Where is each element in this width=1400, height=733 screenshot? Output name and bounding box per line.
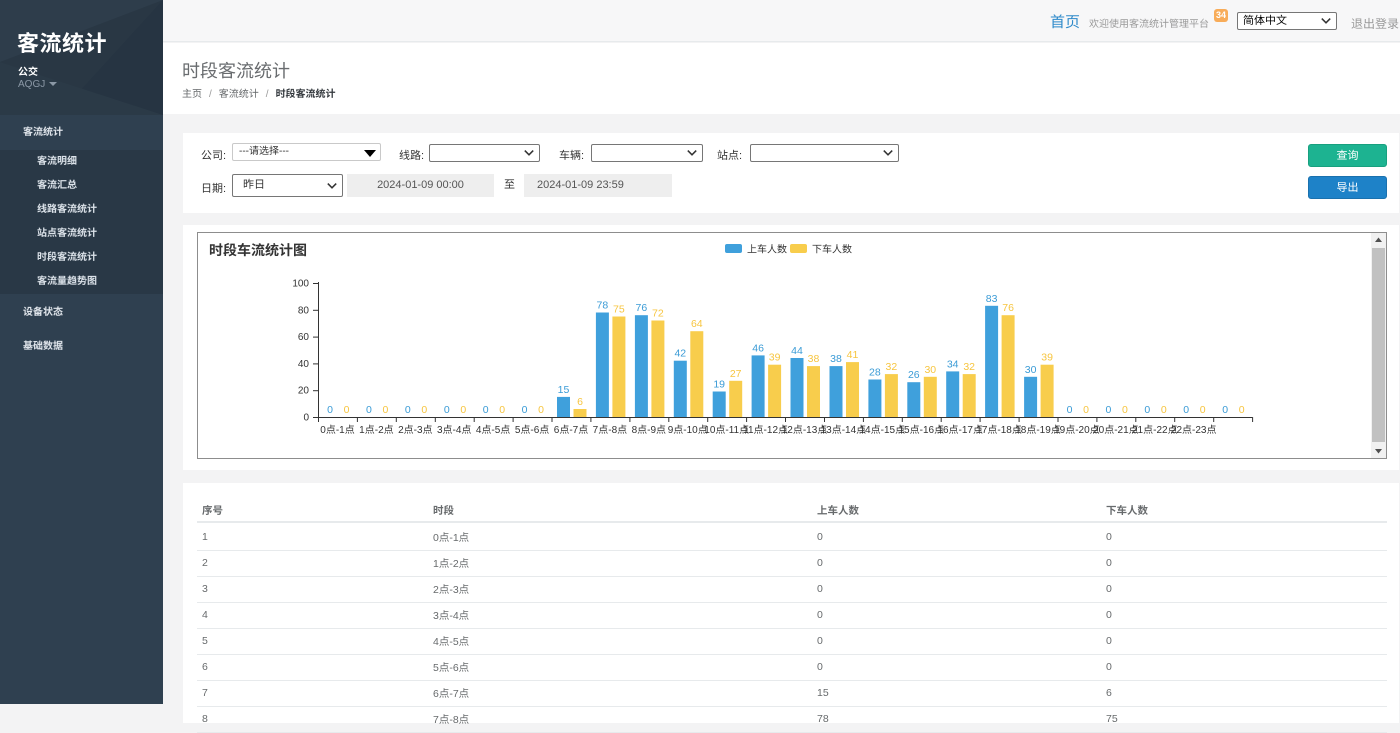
svg-text:9点-10点: 9点-10点 bbox=[668, 424, 708, 436]
svg-text:时段车流统计图: 时段车流统计图 bbox=[209, 242, 307, 258]
svg-text:6点-7点: 6点-7点 bbox=[554, 424, 588, 436]
svg-text:38: 38 bbox=[808, 353, 820, 365]
svg-text:0: 0 bbox=[303, 413, 309, 424]
svg-text:0点-1点: 0点-1点 bbox=[320, 424, 354, 436]
svg-text:76: 76 bbox=[636, 302, 648, 314]
svg-text:上车人数: 上车人数 bbox=[747, 244, 787, 256]
svg-text:0: 0 bbox=[327, 404, 333, 416]
svg-text:0: 0 bbox=[460, 404, 466, 416]
svg-text:0: 0 bbox=[344, 404, 350, 416]
svg-text:0: 0 bbox=[1183, 404, 1189, 416]
svg-text:44: 44 bbox=[791, 345, 803, 357]
svg-text:72: 72 bbox=[652, 308, 664, 320]
svg-text:39: 39 bbox=[769, 352, 781, 364]
svg-text:32: 32 bbox=[886, 361, 898, 373]
svg-text:5点-6点: 5点-6点 bbox=[515, 424, 549, 436]
svg-text:42: 42 bbox=[674, 348, 686, 360]
svg-text:0: 0 bbox=[444, 404, 450, 416]
svg-text:28: 28 bbox=[869, 367, 881, 379]
svg-text:76: 76 bbox=[1002, 302, 1014, 314]
svg-text:80: 80 bbox=[298, 305, 310, 316]
svg-text:0: 0 bbox=[1067, 404, 1073, 416]
svg-text:4点-5点: 4点-5点 bbox=[476, 424, 510, 436]
svg-text:40: 40 bbox=[298, 359, 310, 370]
svg-text:0: 0 bbox=[1105, 404, 1111, 416]
svg-text:0: 0 bbox=[483, 404, 489, 416]
svg-text:1点-2点: 1点-2点 bbox=[359, 424, 393, 436]
svg-text:0: 0 bbox=[421, 404, 427, 416]
svg-text:15: 15 bbox=[558, 384, 570, 396]
svg-text:0: 0 bbox=[1122, 404, 1128, 416]
svg-text:19: 19 bbox=[713, 379, 725, 391]
svg-text:0: 0 bbox=[522, 404, 528, 416]
svg-text:41: 41 bbox=[847, 349, 859, 361]
svg-text:38: 38 bbox=[830, 353, 842, 365]
svg-text:3点-4点: 3点-4点 bbox=[437, 424, 471, 436]
svg-text:60: 60 bbox=[298, 332, 310, 343]
svg-text:64: 64 bbox=[691, 318, 703, 330]
svg-text:27: 27 bbox=[730, 368, 742, 380]
svg-text:7点-8点: 7点-8点 bbox=[593, 424, 627, 436]
svg-text:8点-9点: 8点-9点 bbox=[632, 424, 666, 436]
svg-text:32: 32 bbox=[963, 361, 975, 373]
svg-text:30: 30 bbox=[924, 364, 936, 376]
svg-text:0: 0 bbox=[1083, 404, 1089, 416]
svg-text:22点-23点: 22点-23点 bbox=[1171, 424, 1217, 436]
svg-text:78: 78 bbox=[597, 300, 609, 312]
svg-text:下车人数: 下车人数 bbox=[812, 244, 852, 256]
svg-text:30: 30 bbox=[1025, 364, 1037, 376]
svg-text:34: 34 bbox=[947, 358, 959, 370]
svg-text:0: 0 bbox=[538, 404, 544, 416]
svg-text:46: 46 bbox=[752, 342, 764, 354]
svg-text:0: 0 bbox=[382, 404, 388, 416]
svg-text:0: 0 bbox=[1222, 404, 1228, 416]
svg-text:0: 0 bbox=[1200, 404, 1206, 416]
svg-text:0: 0 bbox=[499, 404, 505, 416]
svg-text:83: 83 bbox=[986, 293, 998, 305]
svg-text:100: 100 bbox=[292, 279, 309, 290]
svg-text:0: 0 bbox=[1239, 404, 1245, 416]
svg-text:0: 0 bbox=[1144, 404, 1150, 416]
svg-text:26: 26 bbox=[908, 369, 920, 381]
svg-text:75: 75 bbox=[613, 304, 625, 316]
svg-text:6: 6 bbox=[577, 396, 583, 408]
svg-text:2点-3点: 2点-3点 bbox=[398, 424, 432, 436]
svg-text:0: 0 bbox=[366, 404, 372, 416]
svg-text:0: 0 bbox=[405, 404, 411, 416]
svg-text:20: 20 bbox=[298, 386, 310, 397]
svg-text:39: 39 bbox=[1041, 352, 1053, 364]
svg-text:0: 0 bbox=[1161, 404, 1167, 416]
